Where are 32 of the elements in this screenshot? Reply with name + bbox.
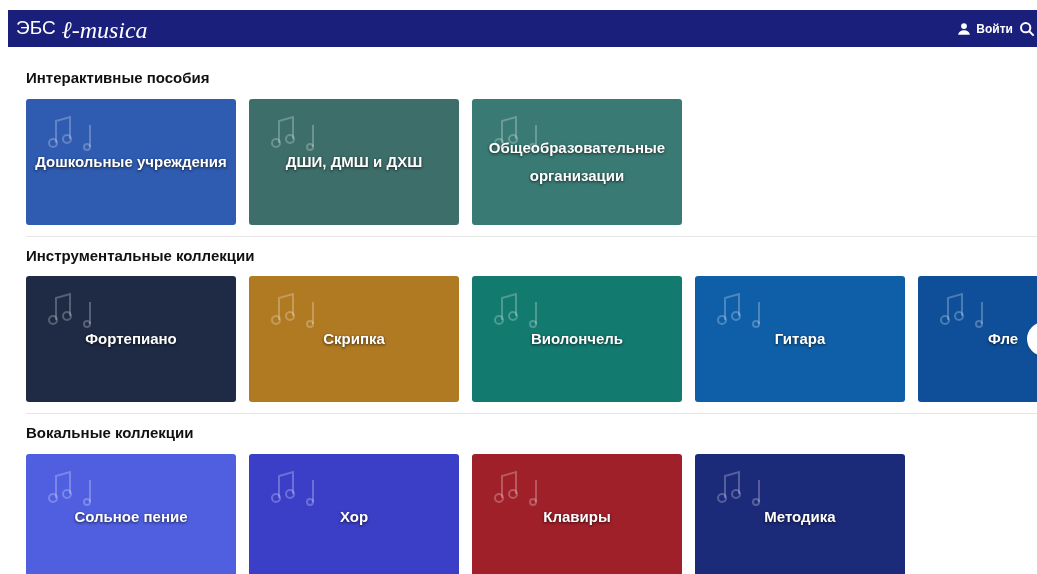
card-label: Гитара [774,329,826,349]
card-label: Общеобразовательные организации [487,137,667,186]
card-label: Скрипка [323,329,385,349]
collection-card[interactable]: Гитара [695,276,905,402]
card-label: Сольное пение [74,506,188,527]
collection-card[interactable]: Общеобразовательные организации [472,98,682,225]
search-icon[interactable] [1019,20,1035,37]
card-label: Клавиры [543,506,611,527]
collection-card[interactable]: Фле [918,276,1037,402]
user-icon [957,21,972,36]
collection-card[interactable]: Скрипка [249,276,459,402]
collection-card[interactable]: Клавиры [472,453,682,574]
card-label: Виолончель [530,329,624,349]
collection-card[interactable]: Хор [249,453,459,574]
card-label: Фле [988,329,1019,349]
card-label: Дошкольные учреждения [35,151,227,172]
section-title: Вокальные коллекции [26,423,195,443]
logo-prefix: ЭБС [16,16,56,41]
card-label: Методика [764,506,836,527]
section-title: Инструментальные коллекции [26,245,256,266]
card-label: Фортепиано [85,329,177,349]
logo-name: ℓ-musica [61,16,148,43]
collection-card[interactable]: Виолончель [472,276,682,402]
card-label: ДШИ, ДМШ и ДХШ [285,151,423,172]
card-label: Хор [339,506,369,527]
collection-card[interactable]: Методика [695,453,905,574]
collection-card[interactable]: Фортепиано [26,276,236,402]
collection-card[interactable]: Дошкольные учреждения [26,98,236,225]
collection-card[interactable]: Сольное пение [26,453,236,574]
login-button[interactable]: Войти [957,19,1013,38]
section-title: Интерактивные пособия [26,68,211,88]
collection-card[interactable]: ДШИ, ДМШ и ДХШ [249,98,459,225]
